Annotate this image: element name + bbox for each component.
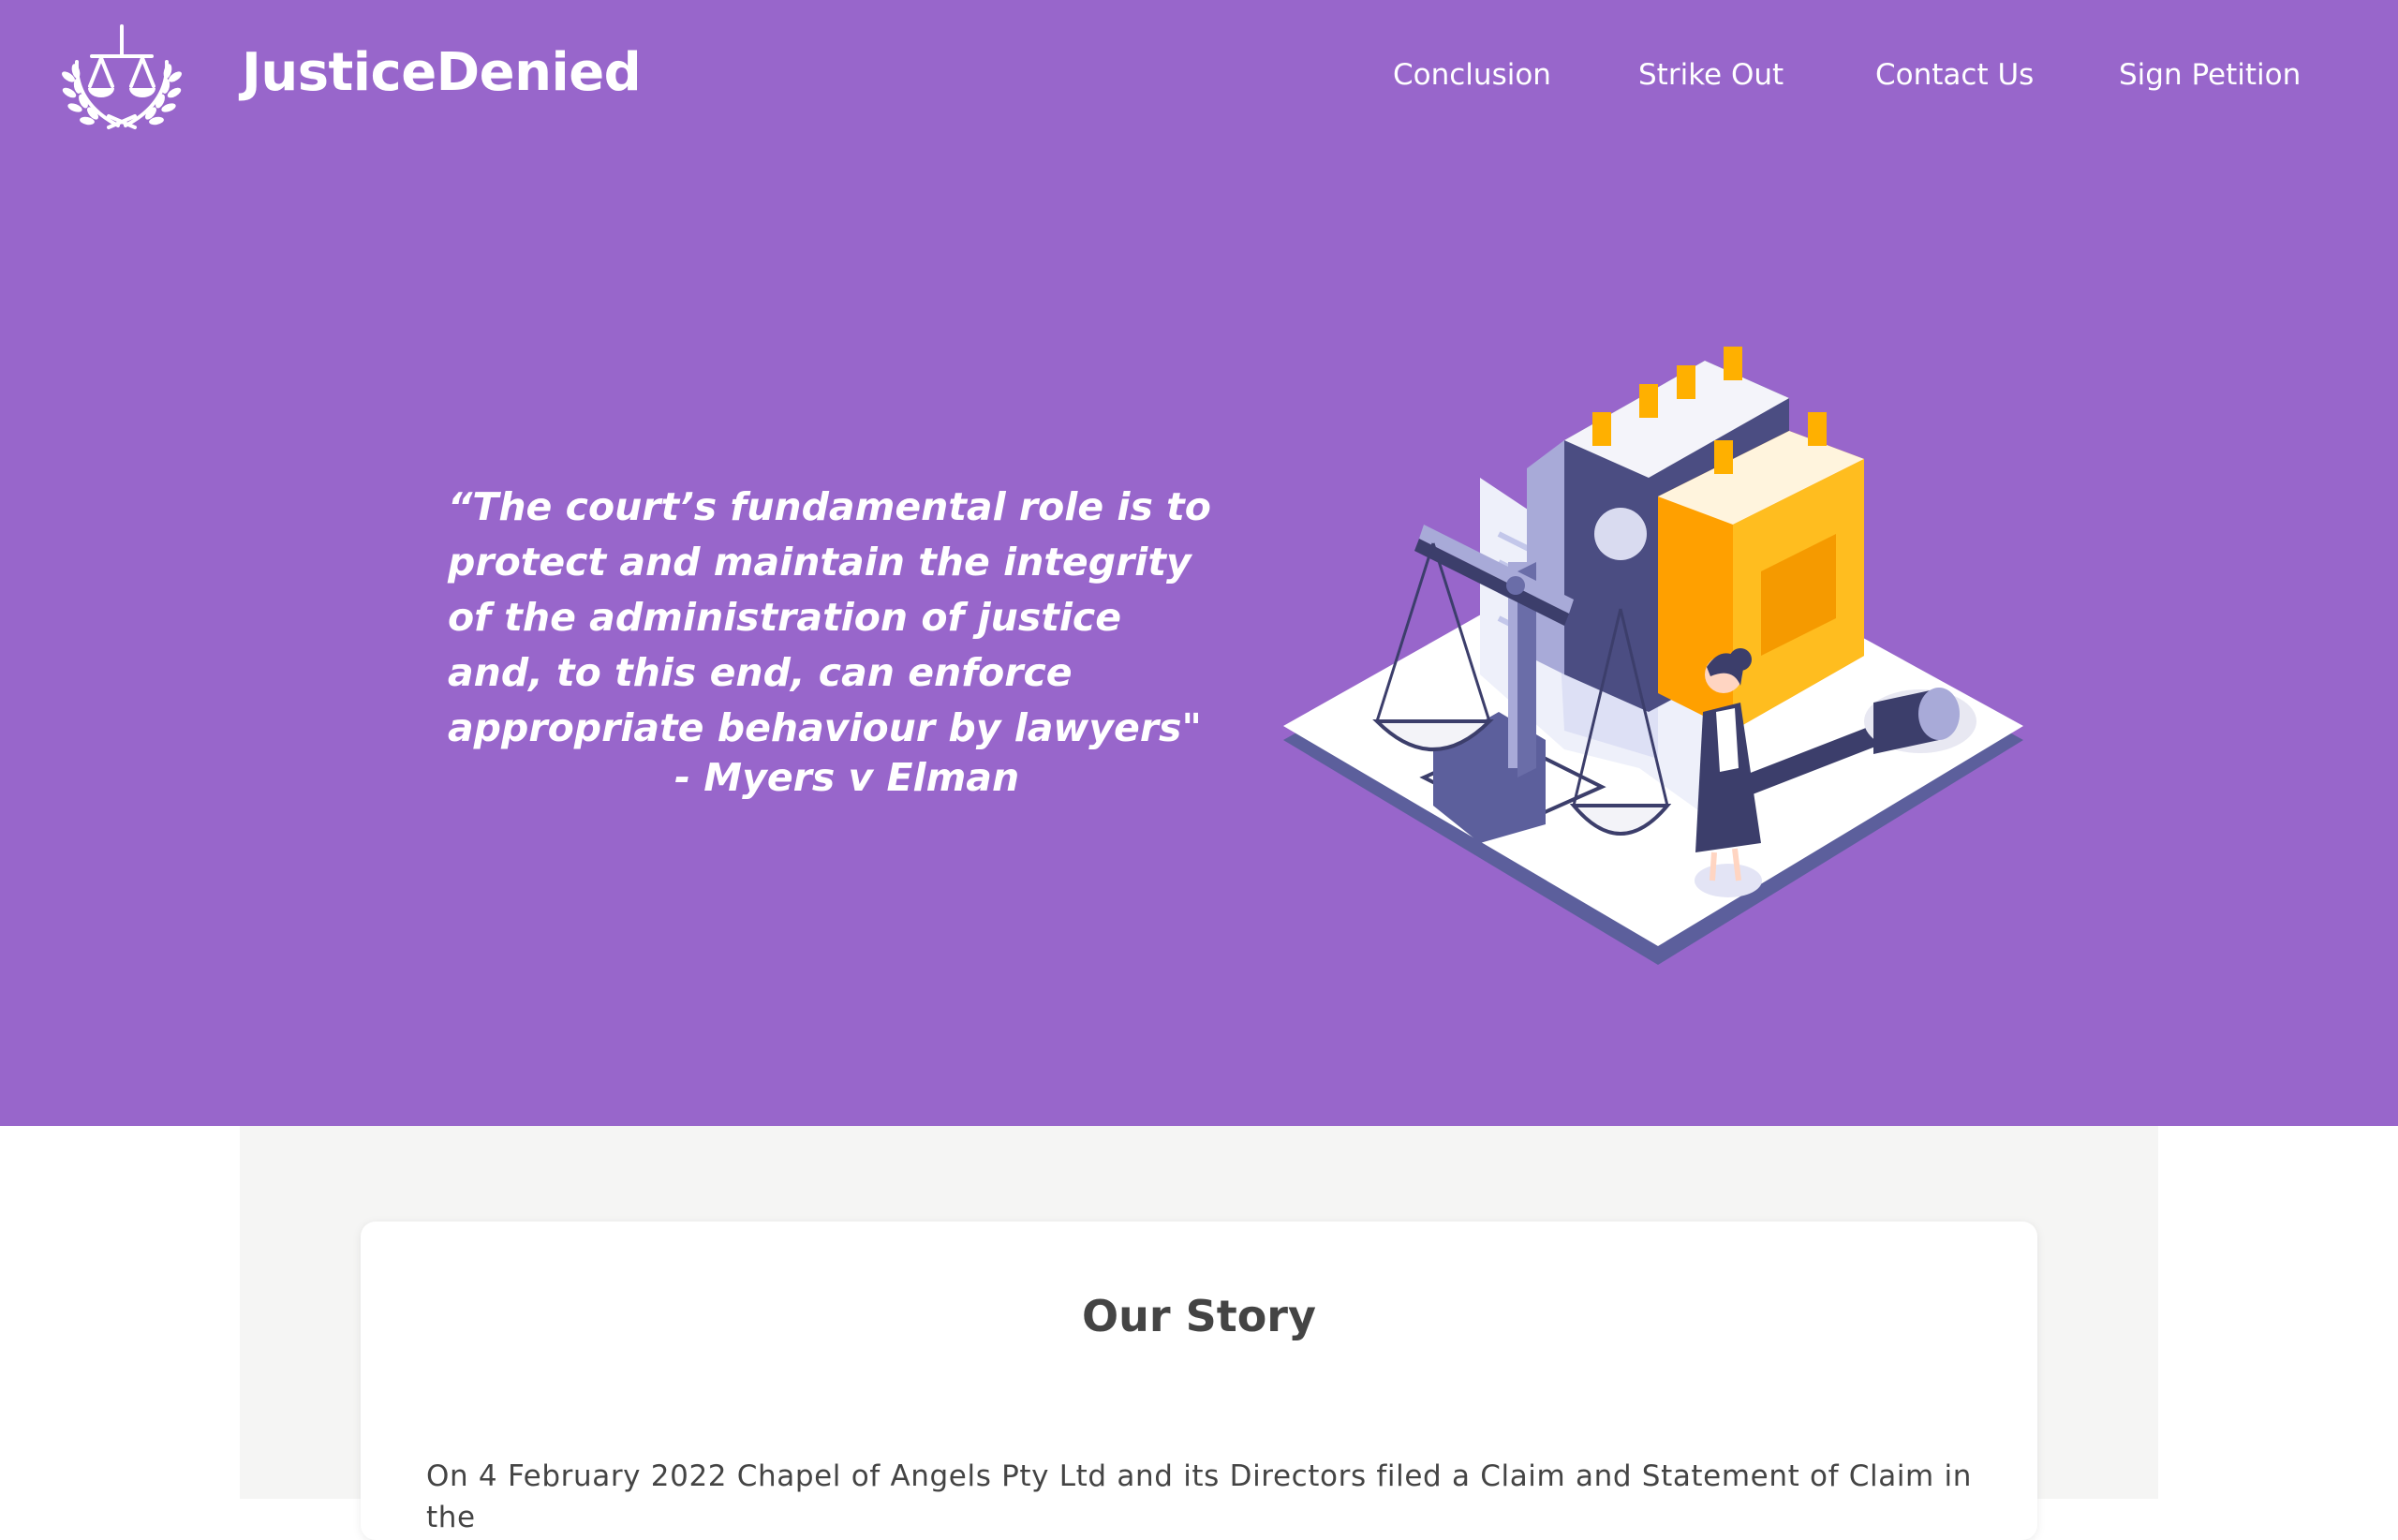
hero-section: JusticeDenied Conclusion Strike Out Cont… [0,0,2398,1126]
our-story-card: Our Story On 4 February 2022 Chapel of A… [361,1222,2037,1540]
section-title: Our Story [1082,1291,1316,1341]
nav-sign-petition[interactable]: Sign Petition [2119,58,2301,92]
justice-scales-books-illustration [1283,347,2023,965]
quote-author: - Myers v Elman [674,755,1020,800]
nav-contact-us[interactable]: Contact Us [1875,58,2034,92]
story-paragraph: On 4 February 2022 Chapel of Angels Pty … [426,1459,1972,1534]
main-nav: Conclusion Strike Out Contact Us Sign Pe… [0,58,2398,96]
nav-strike-out[interactable]: Strike Out [1638,58,1784,92]
nav-conclusion[interactable]: Conclusion [1393,58,1551,92]
hero-quote: “The court’s fundamental role is to prot… [448,484,1211,750]
